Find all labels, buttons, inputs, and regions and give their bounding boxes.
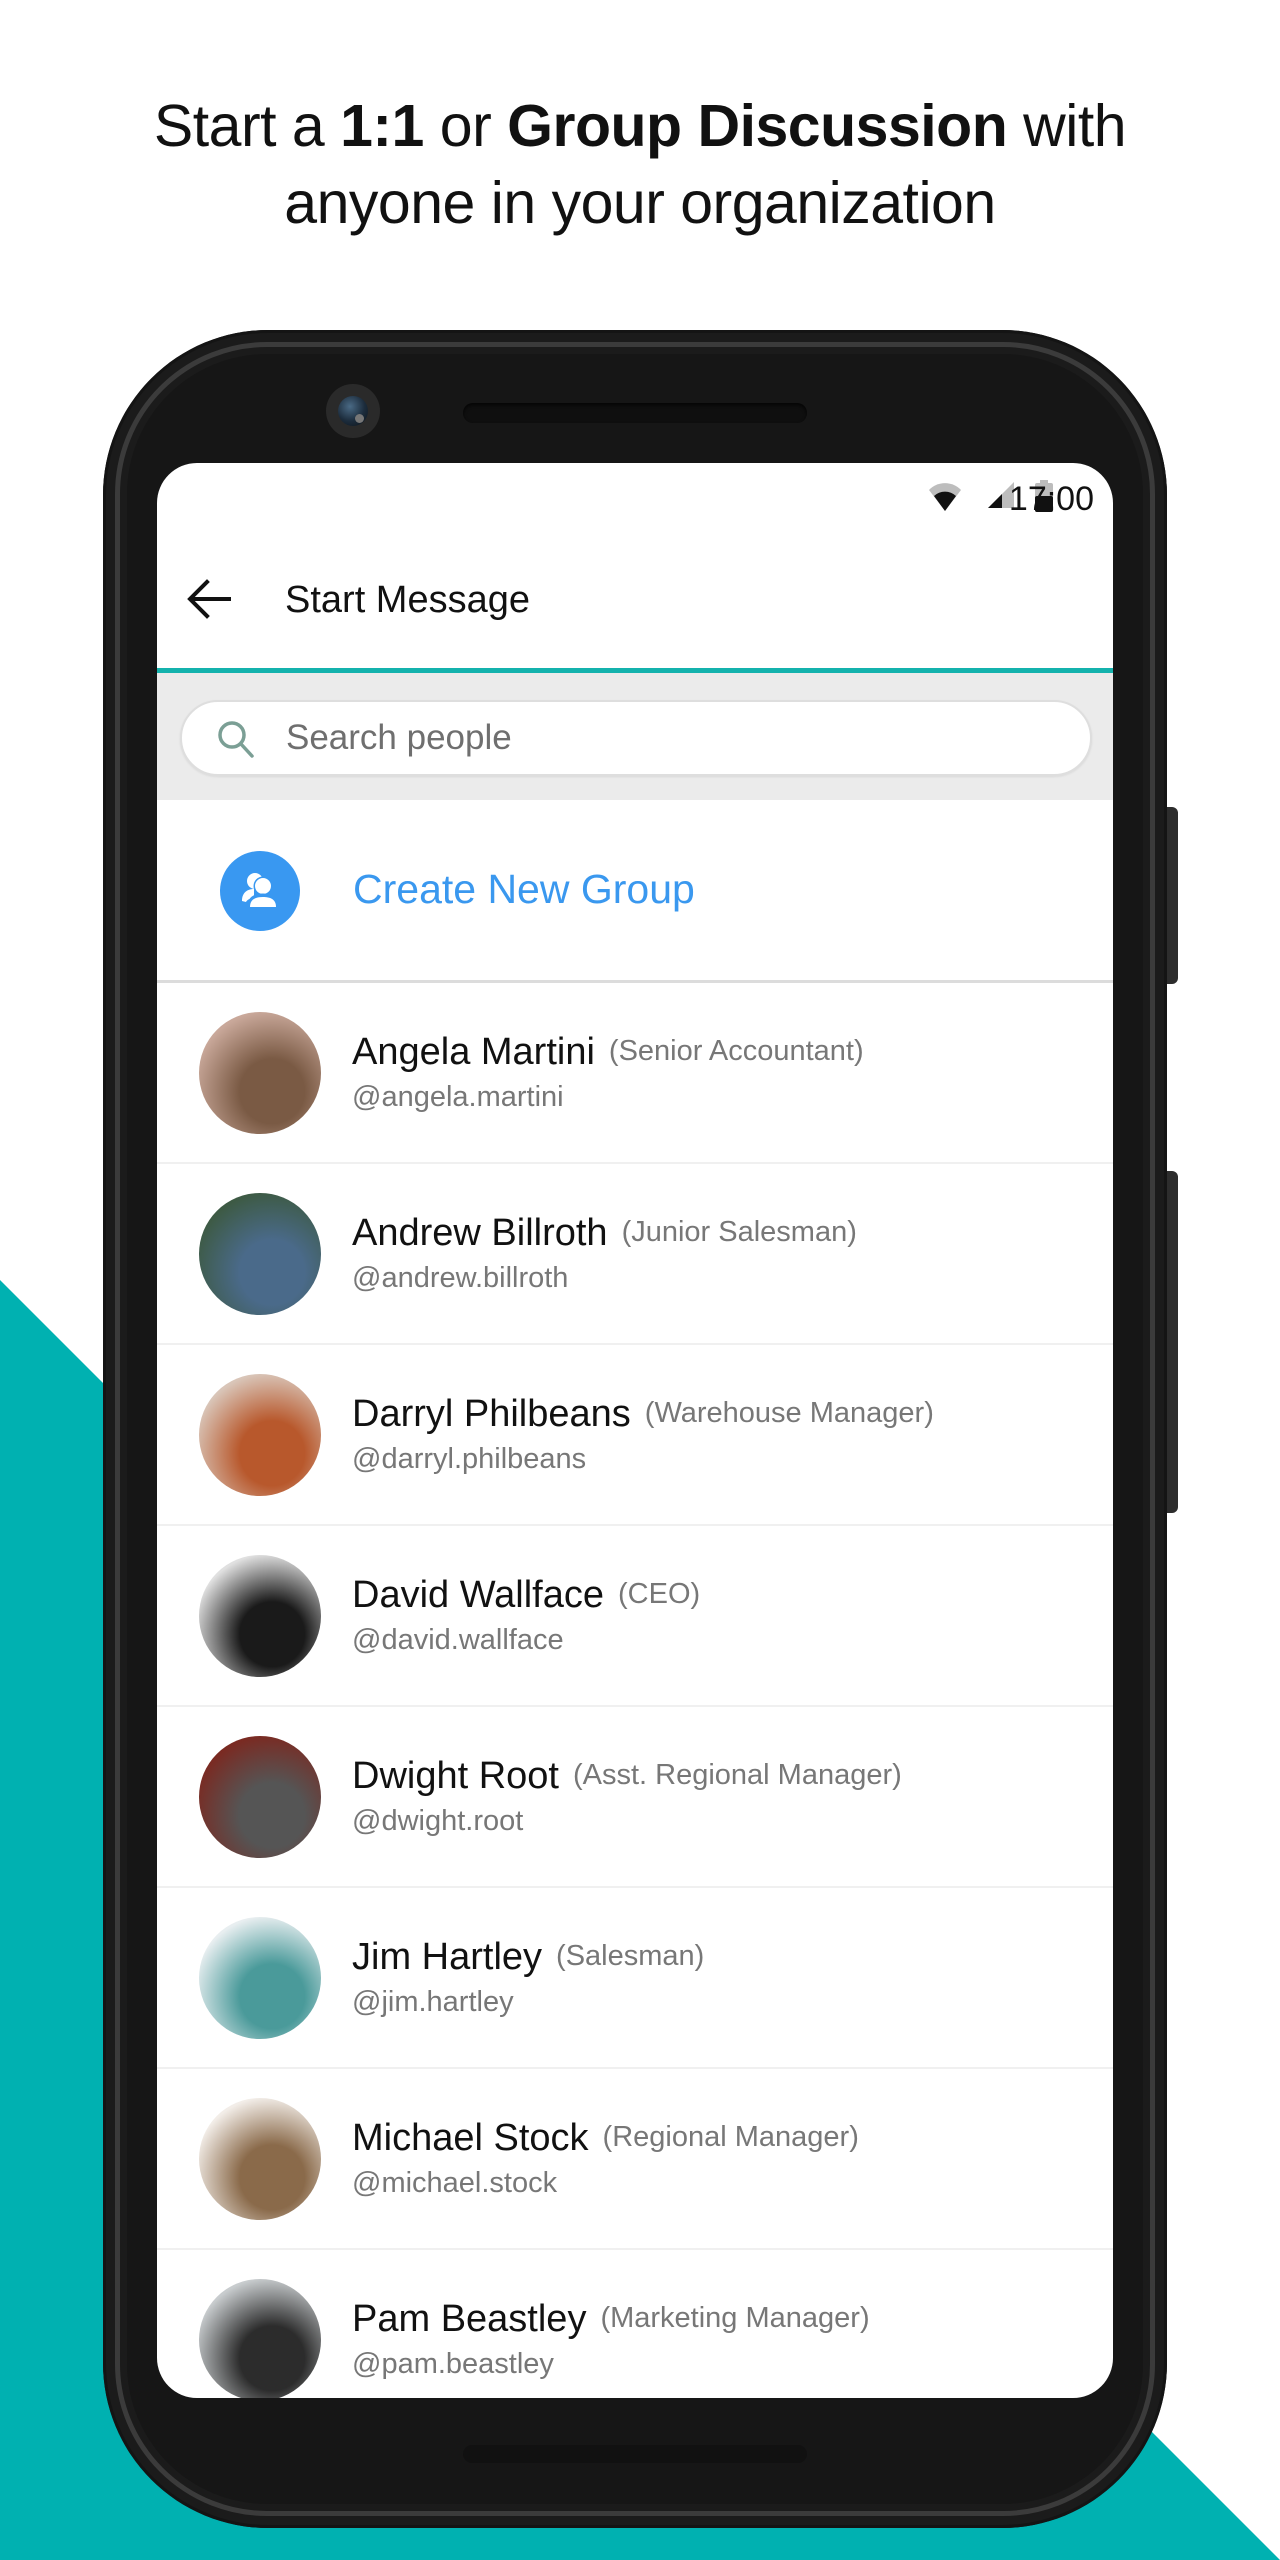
contact-list-item[interactable]: Andrew Billroth (Junior Salesman) @andrew… <box>157 1164 1113 1345</box>
camera-icon <box>326 384 380 438</box>
contact-list-item[interactable]: Michael Stock (Regional Manager) @michael… <box>157 2069 1113 2250</box>
bottom-speaker <box>463 2445 807 2463</box>
avatar <box>199 1555 321 1677</box>
create-new-group-button[interactable]: Create New Group <box>157 800 1113 980</box>
promo-headline: Start a 1:1 or Group Discussion with any… <box>0 88 1280 242</box>
contact-handle: @darryl.philbeans <box>352 1443 587 1475</box>
contact-role: (Junior Salesman) <box>621 1216 857 1248</box>
contact-name-text: David Wallface <box>352 1574 605 1616</box>
contact-name: Dwight Root (Asst. Regional Manager) <box>352 1755 902 1798</box>
contact-list-item[interactable]: Pam Beastley (Marketing Manager) @pam.bea… <box>157 2250 1113 2398</box>
contact-role: (Asst. Regional Manager) <box>572 1759 902 1791</box>
contact-list-item[interactable]: Jim Hartley (Salesman) @jim.hartley <box>157 1888 1113 2069</box>
contact-list-item[interactable]: David Wallface (CEO) @david.wallface <box>157 1526 1113 1707</box>
group-people-glyph <box>242 873 279 909</box>
contact-handle: @david.wallface <box>352 1624 564 1656</box>
contact-role: (Salesman) <box>556 1940 705 1972</box>
contact-role: (Senior Accountant) <box>608 1035 864 1067</box>
avatar <box>199 1193 321 1315</box>
phone-screen: 17:00 Start Message Search people Create… <box>157 463 1113 2398</box>
contact-name-text: Jim Hartley <box>352 1936 543 1978</box>
search-area <box>157 673 1113 800</box>
contact-handle: @pam.beastley <box>352 2348 554 2380</box>
contact-name: Michael Stock (Regional Manager) <box>352 2117 859 2160</box>
contact-list-item[interactable]: Darryl Philbeans (Warehouse Manager) @dar… <box>157 1345 1113 1526</box>
camera-lens <box>338 396 368 426</box>
contact-name: Andrew Billroth (Junior Salesman) <box>352 1212 857 1255</box>
create-new-group-label: Create New Group <box>353 866 695 912</box>
contact-handle: @jim.hartley <box>352 1986 514 2018</box>
contact-handle: @michael.stock <box>352 2167 558 2199</box>
group-add-icon <box>220 851 300 931</box>
search-input[interactable] <box>286 712 1066 764</box>
avatar <box>199 2279 321 2398</box>
app-bar: Start Message <box>157 543 1113 668</box>
search-icon <box>218 721 254 758</box>
contact-list-item[interactable]: Angela Martini (Senior Accountant) @angel… <box>157 983 1113 1164</box>
headline-line-1: Start a 1:1 or Group Discussion with <box>153 93 1127 159</box>
contact-handle: @andrew.billroth <box>352 1262 569 1294</box>
contact-list: Angela Martini (Senior Accountant) @angel… <box>157 983 1113 2398</box>
contact-name-text: Andrew Billroth <box>352 1212 608 1254</box>
avatar <box>199 1374 321 1496</box>
contact-name: David Wallface (CEO) <box>352 1574 700 1617</box>
arrow-left-icon <box>187 579 231 619</box>
status-bar: 17:00 <box>157 463 1113 543</box>
avatar <box>199 1736 321 1858</box>
avatar <box>199 1012 321 1134</box>
contact-name: Pam Beastley (Marketing Manager) <box>352 2298 870 2341</box>
contact-name: Darryl Philbeans (Warehouse Manager) <box>352 1393 934 1436</box>
contact-role: (Marketing Manager) <box>600 2302 870 2334</box>
contact-name-text: Pam Beastley <box>352 2298 587 2340</box>
contact-role: (Warehouse Manager) <box>644 1397 934 1429</box>
status-time: 17:00 <box>1008 480 1094 518</box>
page-title: Start Message <box>285 579 530 621</box>
contact-name: Angela Martini (Senior Accountant) <box>352 1031 864 1074</box>
contact-name: Jim Hartley (Salesman) <box>352 1936 704 1979</box>
contact-name-text: Darryl Philbeans <box>352 1393 631 1435</box>
wifi-icon <box>929 483 961 511</box>
contact-role: (Regional Manager) <box>602 2121 859 2153</box>
headline-line-2: anyone in your organization <box>284 170 996 236</box>
back-button[interactable] <box>183 573 235 625</box>
avatar <box>199 1917 321 2039</box>
contact-role: (CEO) <box>618 1578 701 1610</box>
contact-list-item[interactable]: Dwight Root (Asst. Regional Manager) @dwi… <box>157 1707 1113 1888</box>
avatar <box>199 2098 321 2220</box>
search-box[interactable] <box>180 700 1092 776</box>
contact-handle: @dwight.root <box>352 1805 524 1837</box>
contact-handle: @angela.martini <box>352 1081 564 1113</box>
contact-name-text: Dwight Root <box>352 1755 559 1797</box>
earpiece-speaker <box>463 403 807 423</box>
camera-glint <box>355 414 364 423</box>
contact-name-text: Michael Stock <box>352 2117 589 2159</box>
contact-name-text: Angela Martini <box>352 1031 595 1073</box>
